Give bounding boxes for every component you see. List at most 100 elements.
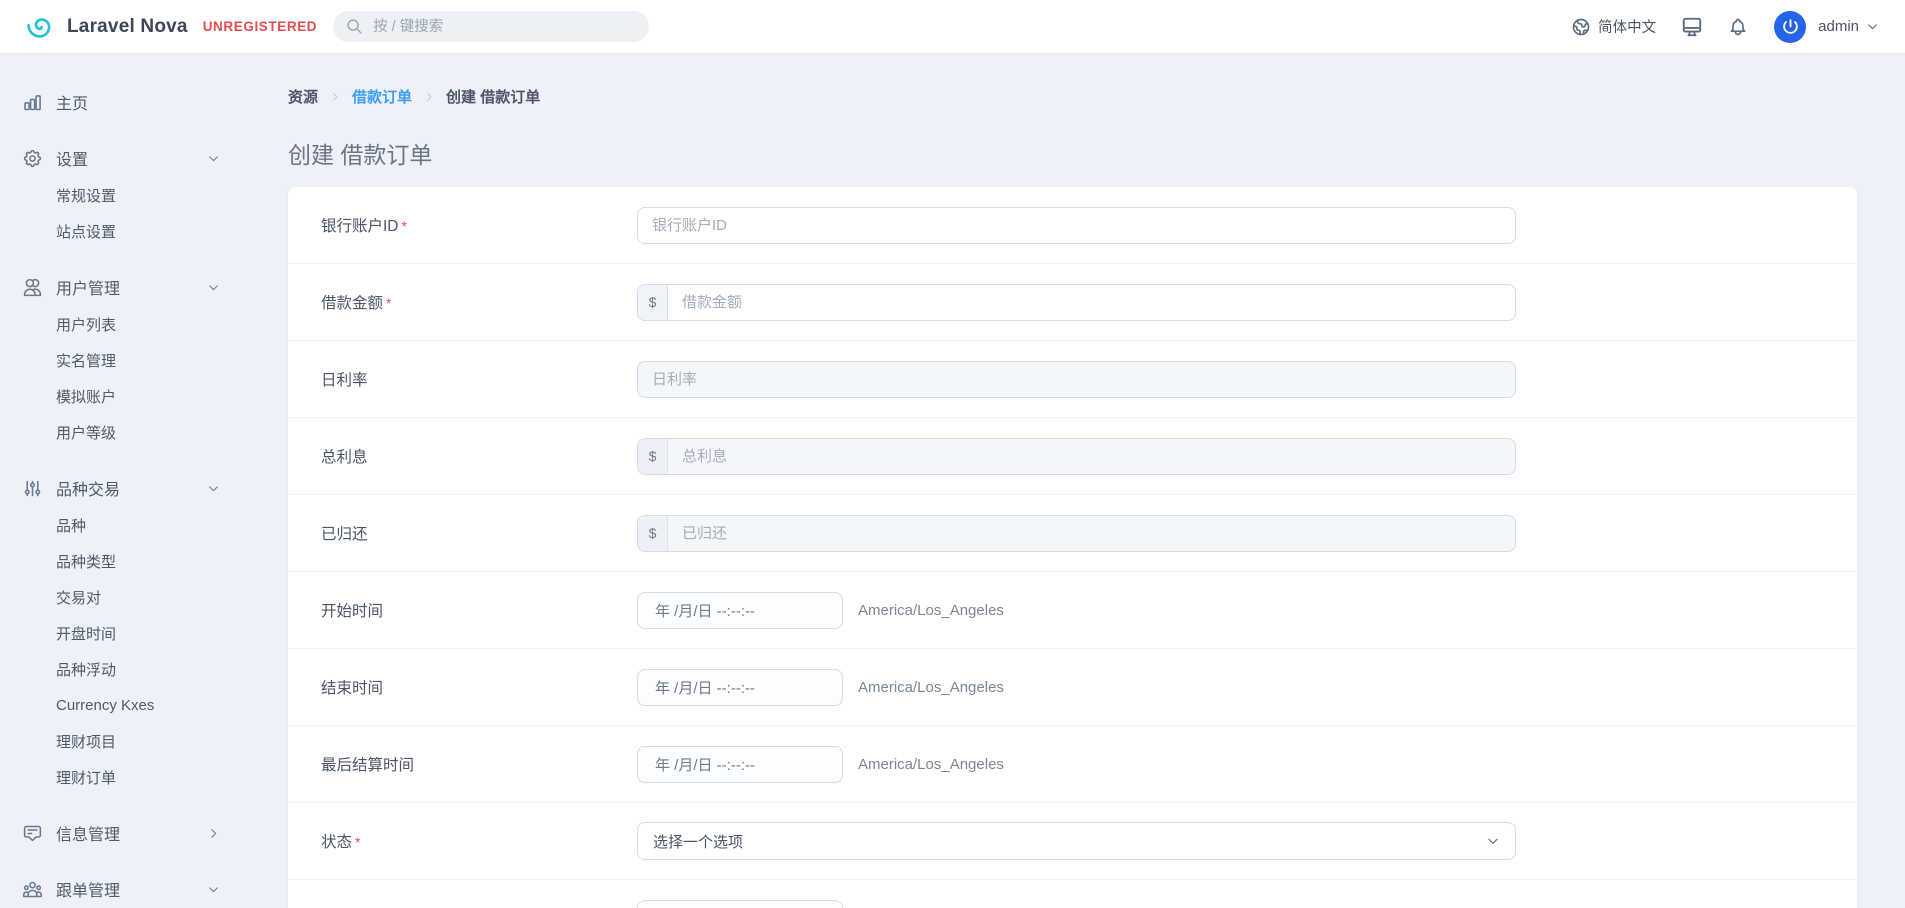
users-icon — [22, 277, 44, 298]
form-row-bank-account-id: 银行账户ID* — [288, 187, 1857, 264]
sidebar-item-wealth-orders[interactable]: 理财订单 — [22, 765, 220, 789]
sidebar-item-home[interactable]: 主页 — [22, 90, 220, 114]
form-row-created-time: 创建时间 年 /月/日 --:--:-- America/Los_Angeles — [288, 880, 1857, 908]
repaid-input[interactable] — [668, 516, 1515, 551]
username[interactable]: admin — [1818, 18, 1859, 35]
field-label: 银行账户ID* — [321, 214, 637, 236]
globe-icon — [1571, 17, 1591, 37]
chevron-down-icon — [207, 152, 220, 165]
loan-amount-group: $ — [637, 284, 1516, 321]
sidebar-item-open-hours[interactable]: 开盘时间 — [22, 621, 220, 645]
sidebar: 主页 设置 常规设置 站点设置 用户管理 用户列表 实名管理 模拟账户 用户等级… — [0, 53, 240, 908]
form-row-end-time: 结束时间 年 /月/日 --:--:-- America/Los_Angeles — [288, 649, 1857, 726]
field-label: 开始时间 — [321, 599, 637, 621]
gear-icon — [22, 148, 44, 169]
sidebar-item-instruments[interactable]: 品种 — [22, 513, 220, 537]
search-input[interactable] — [333, 11, 649, 42]
field-label: 借款金额* — [321, 291, 637, 313]
user-menu-chevron-down-icon[interactable] — [1866, 20, 1879, 33]
license-badge: UNREGISTERED — [203, 19, 317, 34]
required-marker: * — [386, 295, 391, 311]
sidebar-item-user-levels[interactable]: 用户等级 — [22, 420, 220, 444]
search-icon — [346, 18, 363, 35]
last-settle-time-input[interactable]: 年 /月/日 --:--:-- — [637, 746, 843, 783]
create-form-card: 银行账户ID* 借款金额* $ 日利率 — [288, 187, 1857, 908]
form-row-loan-amount: 借款金额* $ — [288, 264, 1857, 341]
field-label: 状态* — [321, 830, 637, 852]
currency-prefix: $ — [638, 439, 668, 474]
avatar[interactable] — [1774, 11, 1806, 43]
sidebar-item-user-management[interactable]: 用户管理 — [22, 275, 220, 299]
brand[interactable]: Laravel Nova — [26, 12, 188, 42]
notifications-bell-icon[interactable] — [1728, 17, 1748, 37]
form-row-daily-rate: 日利率 — [288, 341, 1857, 418]
status-select[interactable]: 选择一个选项 — [637, 822, 1516, 860]
sidebar-item-instrument-trading[interactable]: 品种交易 — [22, 476, 220, 500]
form-row-repaid: 已归还 $ — [288, 495, 1857, 572]
sidebar-item-currency-kxes[interactable]: Currency Kxes — [22, 693, 220, 717]
timezone-label: America/Los_Angeles — [858, 756, 1004, 773]
sidebar-item-demo-accounts[interactable]: 模拟账户 — [22, 384, 220, 408]
breadcrumb-current: 创建 借款订单 — [446, 86, 540, 107]
chat-bubble-icon — [22, 823, 44, 844]
field-label: 结束时间 — [321, 676, 637, 698]
chevron-right-icon — [207, 827, 220, 840]
locale-switcher[interactable]: 简体中文 — [1571, 16, 1656, 37]
top-header: Laravel Nova UNREGISTERED 简体中文 admin — [0, 0, 1905, 53]
theme-monitor-icon[interactable] — [1681, 16, 1703, 38]
form-row-start-time: 开始时间 年 /月/日 --:--:-- America/Los_Angeles — [288, 572, 1857, 649]
global-search — [333, 11, 649, 42]
loan-amount-input[interactable] — [668, 285, 1515, 320]
breadcrumb-resources[interactable]: 资源 — [288, 86, 318, 107]
avatar-power-icon — [1782, 18, 1799, 35]
total-interest-input[interactable] — [668, 439, 1515, 474]
chevron-right-icon — [423, 91, 435, 103]
form-row-status: 状态* 选择一个选项 — [288, 803, 1857, 880]
sidebar-item-trading-pairs[interactable]: 交易对 — [22, 585, 220, 609]
sidebar-item-instrument-types[interactable]: 品种类型 — [22, 549, 220, 573]
field-label: 总利息 — [321, 445, 637, 467]
timezone-label: America/Los_Angeles — [858, 679, 1004, 696]
repaid-group: $ — [637, 515, 1516, 552]
required-marker: * — [355, 834, 360, 850]
total-interest-group: $ — [637, 438, 1516, 475]
nova-logo-icon — [26, 12, 56, 42]
locale-label: 简体中文 — [1598, 16, 1656, 37]
chart-bar-icon — [22, 92, 44, 113]
chevron-right-icon — [329, 91, 341, 103]
sidebar-item-info-management[interactable]: 信息管理 — [22, 821, 220, 845]
start-time-input[interactable]: 年 /月/日 --:--:-- — [637, 592, 843, 629]
end-time-input[interactable]: 年 /月/日 --:--:-- — [637, 669, 843, 706]
form-row-total-interest: 总利息 $ — [288, 418, 1857, 495]
sidebar-item-wealth-projects[interactable]: 理财项目 — [22, 729, 220, 753]
main-content: 资源 借款订单 创建 借款订单 创建 借款订单 银行账户ID* 借款金额* $ — [240, 0, 1905, 908]
currency-prefix: $ — [638, 285, 668, 320]
sidebar-item-copy-trading[interactable]: 跟单管理 — [22, 877, 220, 901]
user-group-icon — [22, 879, 44, 900]
breadcrumb: 资源 借款订单 创建 借款订单 — [288, 86, 1857, 107]
sidebar-item-general-settings[interactable]: 常规设置 — [22, 183, 220, 207]
breadcrumb-loan-orders[interactable]: 借款订单 — [352, 86, 412, 107]
currency-prefix: $ — [638, 516, 668, 551]
sidebar-item-settings[interactable]: 设置 — [22, 146, 220, 170]
field-label: 最后结算时间 — [321, 753, 637, 775]
sidebar-item-site-settings[interactable]: 站点设置 — [22, 219, 220, 243]
bank-account-id-input[interactable] — [637, 207, 1516, 244]
sidebar-item-user-list[interactable]: 用户列表 — [22, 312, 220, 336]
field-label: 已归还 — [321, 522, 637, 544]
timezone-label: America/Los_Angeles — [858, 602, 1004, 619]
required-marker: * — [402, 218, 407, 234]
sliders-icon — [22, 478, 44, 499]
sidebar-item-kyc-management[interactable]: 实名管理 — [22, 348, 220, 372]
chevron-down-icon — [207, 883, 220, 896]
brand-name: Laravel Nova — [67, 16, 188, 38]
created-time-input[interactable]: 年 /月/日 --:--:-- — [637, 900, 843, 908]
form-row-last-settle-time: 最后结算时间 年 /月/日 --:--:-- America/Los_Angel… — [288, 726, 1857, 803]
chevron-down-icon — [1486, 834, 1500, 848]
field-label: 日利率 — [321, 368, 637, 390]
chevron-down-icon — [207, 281, 220, 294]
page-title: 创建 借款订单 — [288, 136, 1857, 170]
sidebar-item-instrument-float[interactable]: 品种浮动 — [22, 657, 220, 681]
daily-rate-input[interactable] — [637, 361, 1516, 398]
header-right: 简体中文 admin — [1571, 11, 1879, 43]
